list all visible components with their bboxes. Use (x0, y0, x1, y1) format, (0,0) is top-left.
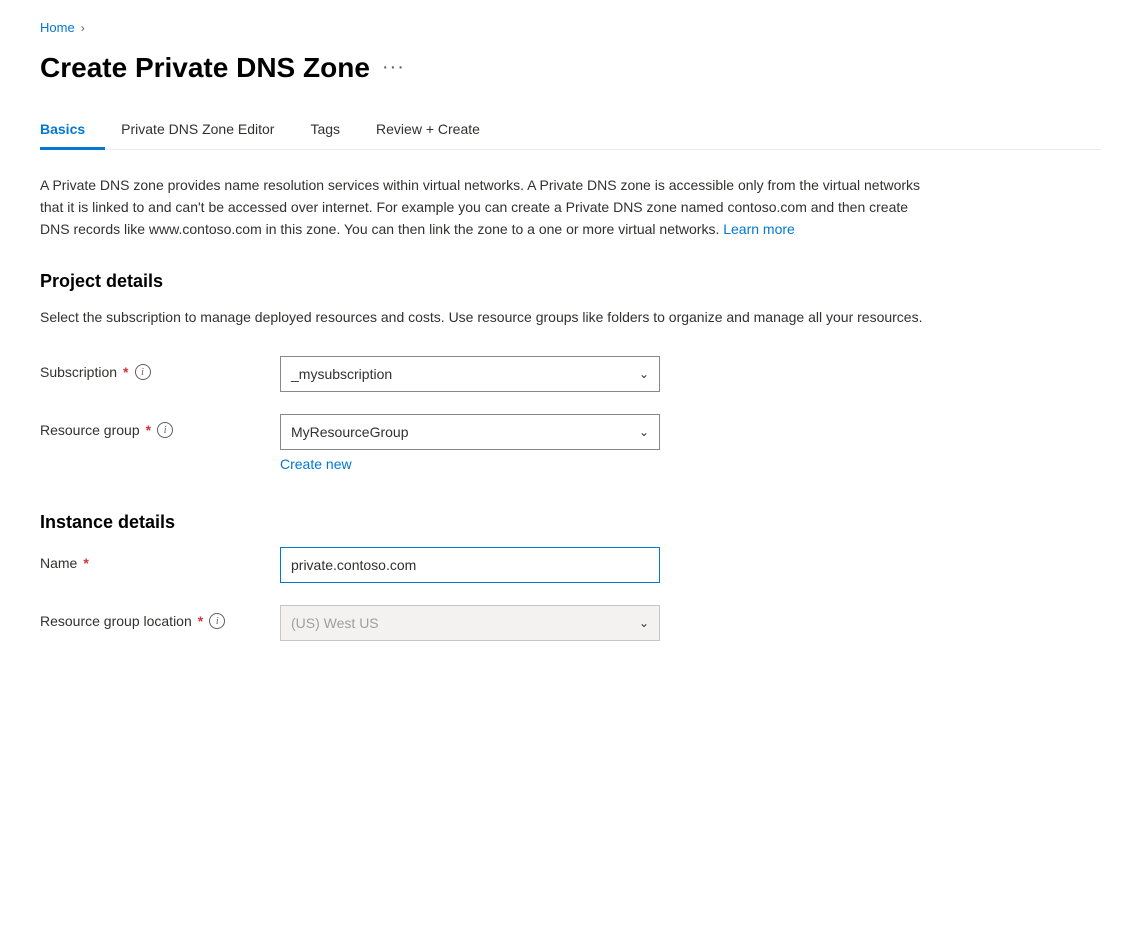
subscription-dropdown[interactable]: _mysubscription ⌄ (280, 356, 660, 392)
subscription-required: * (123, 364, 128, 380)
name-input[interactable] (280, 547, 660, 583)
learn-more-link[interactable]: Learn more (723, 221, 795, 237)
resource-group-control: MyResourceGroup ⌄ Create new (280, 414, 940, 472)
resource-group-dropdown[interactable]: MyResourceGroup ⌄ (280, 414, 660, 450)
description-block: A Private DNS zone provides name resolut… (40, 174, 940, 241)
subscription-label: Subscription * i (40, 356, 280, 380)
rg-location-required: * (198, 613, 203, 629)
name-control (280, 547, 940, 583)
resource-group-label: Resource group * i (40, 414, 280, 438)
resource-group-row: Resource group * i MyResourceGroup ⌄ Cre… (40, 414, 940, 472)
rg-location-value: (US) West US (291, 615, 379, 631)
project-details-description: Select the subscription to manage deploy… (40, 306, 940, 328)
tab-review-create[interactable]: Review + Create (376, 113, 500, 150)
tab-private-dns-zone-editor[interactable]: Private DNS Zone Editor (121, 113, 294, 150)
resource-group-dropdown-arrow: ⌄ (639, 425, 649, 439)
tab-basics[interactable]: Basics (40, 113, 105, 150)
instance-details-section: Instance details Name * Resource group l… (40, 512, 1101, 641)
name-row: Name * (40, 547, 940, 583)
resource-group-value: MyResourceGroup (291, 424, 409, 440)
project-details-title: Project details (40, 271, 1101, 292)
rg-location-dropdown-arrow: ⌄ (639, 616, 649, 630)
resource-group-required: * (146, 422, 151, 438)
resource-group-location-control: (US) West US ⌄ (280, 605, 940, 641)
resource-group-location-label: Resource group location * i (40, 605, 280, 629)
resource-group-location-row: Resource group location * i (US) West US… (40, 605, 940, 641)
name-required: * (83, 555, 88, 571)
subscription-dropdown-arrow: ⌄ (639, 367, 649, 381)
tab-tags[interactable]: Tags (310, 113, 360, 150)
breadcrumb-home[interactable]: Home (40, 20, 75, 35)
breadcrumb-separator: › (81, 21, 85, 35)
page-title: Create Private DNS Zone (40, 51, 370, 85)
breadcrumb: Home › (40, 20, 1101, 35)
resource-group-location-dropdown[interactable]: (US) West US ⌄ (280, 605, 660, 641)
project-details-section: Project details Select the subscription … (40, 271, 1101, 472)
subscription-row: Subscription * i _mysubscription ⌄ (40, 356, 940, 392)
name-label: Name * (40, 547, 280, 571)
subscription-control: _mysubscription ⌄ (280, 356, 940, 392)
page-menu-icon[interactable]: ··· (382, 56, 405, 79)
resource-group-info-icon[interactable]: i (157, 422, 173, 438)
subscription-info-icon[interactable]: i (135, 364, 151, 380)
subscription-value: _mysubscription (291, 366, 392, 382)
create-new-link[interactable]: Create new (280, 456, 940, 472)
instance-details-title: Instance details (40, 512, 1101, 533)
rg-location-info-icon[interactable]: i (209, 613, 225, 629)
page-header: Create Private DNS Zone ··· (40, 51, 1101, 85)
tabs-bar: Basics Private DNS Zone Editor Tags Revi… (40, 113, 1101, 150)
